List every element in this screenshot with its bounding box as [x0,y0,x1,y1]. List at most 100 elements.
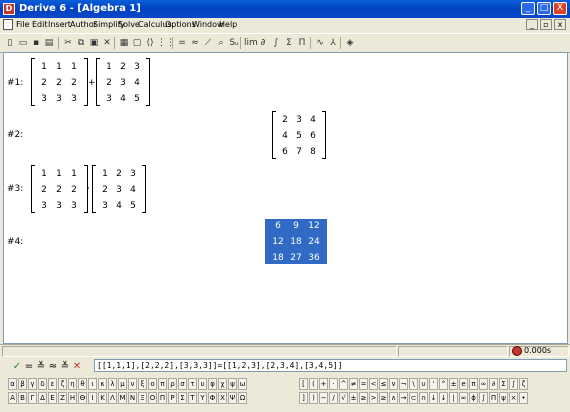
vector-icon[interactable]: ⟨⟩ [144,37,156,49]
symbol-button[interactable]: × [509,392,518,404]
matrix-left-3[interactable]: 1 1 1 2 2 2 3 3 3 [31,165,88,213]
print-icon[interactable]: ▤ [43,37,55,49]
symbol-button[interactable]: | [449,392,458,404]
matrix-result-2[interactable]: 2 3 4 4 5 6 6 7 8 [272,111,326,159]
symbol-button[interactable]: > [369,392,378,404]
matrix-right-3[interactable]: 1 2 3 2 3 4 3 4 5 [92,165,146,213]
symbol-button[interactable]: Δ [38,392,47,404]
symbol-button[interactable]: Υ [198,392,207,404]
menu-file[interactable]: File [16,20,29,29]
symbol-button[interactable]: Ε [48,392,57,404]
symbol-button[interactable]: Α [8,392,17,404]
symbol-button[interactable]: · [329,378,338,390]
integral-icon[interactable]: ∫ [270,37,282,49]
symbol-button[interactable]: ↓ [429,392,438,404]
author-simplify-icon[interactable]: ≚ [36,361,46,372]
product-icon[interactable]: Π [296,37,308,49]
symbol-button[interactable]: Ν [128,392,137,404]
symbol-button[interactable]: → [399,392,408,404]
symbol-button[interactable]: Μ [118,392,127,404]
zoom-icon[interactable]: ⌕ [215,37,227,49]
symbol-button[interactable]: ν [128,378,137,390]
symbol-button[interactable]: ( [309,378,318,390]
help-icon[interactable]: ◈ [344,37,356,49]
enter-icon[interactable]: ✓ [12,361,22,372]
symbol-button[interactable]: σ [178,378,187,390]
symbol-button[interactable]: ψ [499,392,508,404]
symbol-button[interactable]: Π [158,392,167,404]
symbol-button[interactable]: τ [188,378,197,390]
symbol-button[interactable]: Χ [218,392,227,404]
symbol-button[interactable]: ^ [339,378,348,390]
insert-text-icon[interactable]: ▦ [118,37,130,49]
plot-icon[interactable]: ⟋ [202,37,214,49]
paste-icon[interactable]: ▣ [88,37,100,49]
symbol-button[interactable]: √ [339,392,348,404]
approx-entry-icon[interactable]: ≈ [48,361,58,372]
symbol-button[interactable]: + [319,378,328,390]
sum-icon[interactable]: Σ [283,37,295,49]
symbol-button[interactable]: ∂ [489,378,498,390]
symbol-button[interactable]: ° [439,378,448,390]
symbol-button[interactable]: π [469,378,478,390]
save-icon[interactable]: ▪ [30,37,42,49]
symbol-button[interactable]: < [369,378,378,390]
symbol-button[interactable]: ρ [168,378,177,390]
symbol-button[interactable]: Σ [499,378,508,390]
symbol-button[interactable]: ≥ [379,392,388,404]
symbol-button[interactable]: γ [28,378,37,390]
symbol-button[interactable]: ζ [519,378,528,390]
mdi-minimize-button[interactable]: _ [526,19,538,30]
symbol-button[interactable]: ∪ [419,378,428,390]
approximate-icon[interactable]: ≈ [189,37,201,49]
graph-2d-icon[interactable]: ∿ [314,37,326,49]
symbol-button[interactable]: Ξ [138,392,147,404]
derivative-icon[interactable]: ∂ [257,37,269,49]
symbol-button[interactable]: ∫ [509,378,518,390]
limit-icon[interactable]: lim [244,37,258,49]
new-icon[interactable]: ▯ [4,37,16,49]
simplify-entry-icon[interactable]: = [24,361,34,372]
symbol-button[interactable]: χ [218,378,227,390]
symbol-button[interactable]: ' [429,378,438,390]
symbol-button[interactable]: Β [18,392,27,404]
symbol-button[interactable]: • [519,392,528,404]
symbol-button[interactable]: e [459,378,468,390]
symbol-button[interactable]: Ι [88,392,97,404]
symbol-button[interactable]: λ [108,378,117,390]
symbol-button[interactable]: Θ [78,392,87,404]
symbol-button[interactable]: ⊂ [409,392,418,404]
document-menu-icon[interactable] [3,19,13,30]
menu-edit[interactable]: Edit [32,20,48,29]
mdi-close-button[interactable]: x [554,19,566,30]
symbol-button[interactable]: ∨ [389,378,398,390]
matrix-left-1[interactable]: 1 1 1 2 2 2 3 3 3 [31,58,88,106]
symbol-button[interactable]: α [8,378,17,390]
simplify-icon[interactable]: = [176,37,188,49]
menu-help[interactable]: Help [219,20,237,29]
expression-entry-input[interactable]: [[1,1,1],[2,2,2],[3,3,3]]=[[1,2,3],[2,3,… [94,359,567,372]
symbol-button[interactable]: Κ [98,392,107,404]
matrix-result-4-selected[interactable]: 6 9 12 12 18 24 18 27 36 [265,219,327,264]
mdi-restore-button[interactable]: ▫ [540,19,552,30]
symbol-button[interactable]: ε [48,378,57,390]
symbol-button[interactable]: ± [349,392,358,404]
symbol-button[interactable]: ∧ [389,392,398,404]
symbol-button[interactable]: Η [68,392,77,404]
graph-3d-icon[interactable]: ⅄ [327,37,339,49]
matrix-icon[interactable]: ⋮⋮ [157,37,175,49]
symbol-button[interactable]: Π [489,392,498,404]
symbol-button[interactable]: ξ [138,378,147,390]
symbol-button[interactable]: Ζ [58,392,67,404]
symbol-button[interactable]: Σ [178,392,187,404]
symbol-button[interactable]: = [359,378,368,390]
symbol-button[interactable]: ↓ [439,392,448,404]
copy-icon[interactable]: ⧉ [75,37,87,49]
symbol-button[interactable]: ∩ [419,392,428,404]
cancel-icon[interactable]: ✕ [72,361,82,372]
close-button[interactable]: X [553,2,567,15]
symbol-button[interactable]: − [319,392,328,404]
symbol-button[interactable]: ɸ [469,392,478,404]
symbol-button[interactable]: Φ [208,392,217,404]
symbol-button[interactable]: κ [98,378,107,390]
